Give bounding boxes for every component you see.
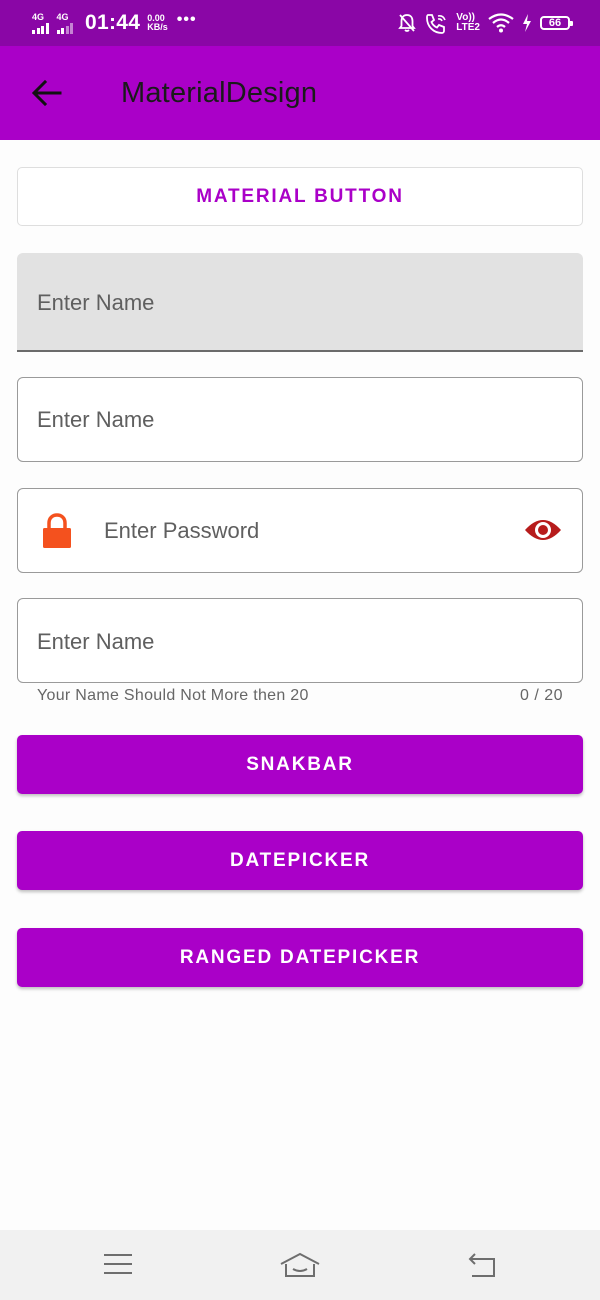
helper-text: Your Name Should Not More then 20	[37, 687, 309, 704]
network-type-2: 4G	[56, 11, 69, 22]
filled-name-field[interactable]: Enter Name	[17, 253, 583, 352]
signal-1-icon: 4G	[32, 11, 49, 34]
password-hint: Enter Password	[104, 518, 260, 543]
password-field[interactable]: Enter Password	[17, 488, 583, 573]
outlined-name-field[interactable]: Enter Name	[17, 377, 583, 462]
counter-name-hint: Enter Name	[37, 629, 155, 654]
more-notifications-icon: •••	[176, 11, 197, 28]
arrow-left-icon[interactable]	[32, 79, 62, 107]
signal-2-icon: 4G	[56, 11, 73, 34]
battery-icon: 66	[540, 16, 573, 30]
charging-icon	[523, 14, 531, 32]
app-bar: MaterialDesign	[0, 46, 600, 140]
page-title: MaterialDesign	[121, 77, 318, 109]
material-button[interactable]: MATERIAL BUTTON	[17, 167, 583, 226]
status-time: 01:44	[85, 11, 141, 34]
snackbar-button[interactable]: SNAKBAR	[17, 735, 583, 794]
counter-name-field[interactable]: Enter Name	[17, 598, 583, 683]
network-type-1: 4G	[32, 11, 45, 22]
network-speed: 0.00 KB/s	[147, 14, 168, 32]
eye-icon[interactable]	[524, 516, 562, 544]
wifi-icon	[488, 13, 514, 33]
navigation-bar	[0, 1230, 600, 1300]
ranged-datepicker-button[interactable]: RANGED DATEPICKER	[17, 928, 583, 987]
menu-icon[interactable]	[103, 1252, 133, 1276]
datepicker-button[interactable]: DATEPICKER	[17, 831, 583, 890]
silent-bell-icon	[398, 14, 417, 32]
speed-unit: KB/s	[147, 22, 168, 32]
wifi-calling-icon	[426, 14, 447, 34]
character-counter: 0 / 20	[519, 687, 563, 704]
filled-name-hint: Enter Name	[37, 290, 155, 315]
volte-bottom: LTE2	[456, 22, 480, 33]
battery-level: 66	[548, 17, 562, 29]
outlined-name-hint: Enter Name	[37, 407, 155, 432]
volte-indicator: Vo)) LTE2	[456, 13, 480, 33]
return-icon[interactable]	[467, 1252, 497, 1278]
status-bar: 4G 4G 01:44 0.00 KB/s ••• Vo)) LTE2 66	[0, 0, 600, 46]
home-icon[interactable]	[280, 1252, 320, 1278]
lock-icon	[43, 513, 71, 548]
